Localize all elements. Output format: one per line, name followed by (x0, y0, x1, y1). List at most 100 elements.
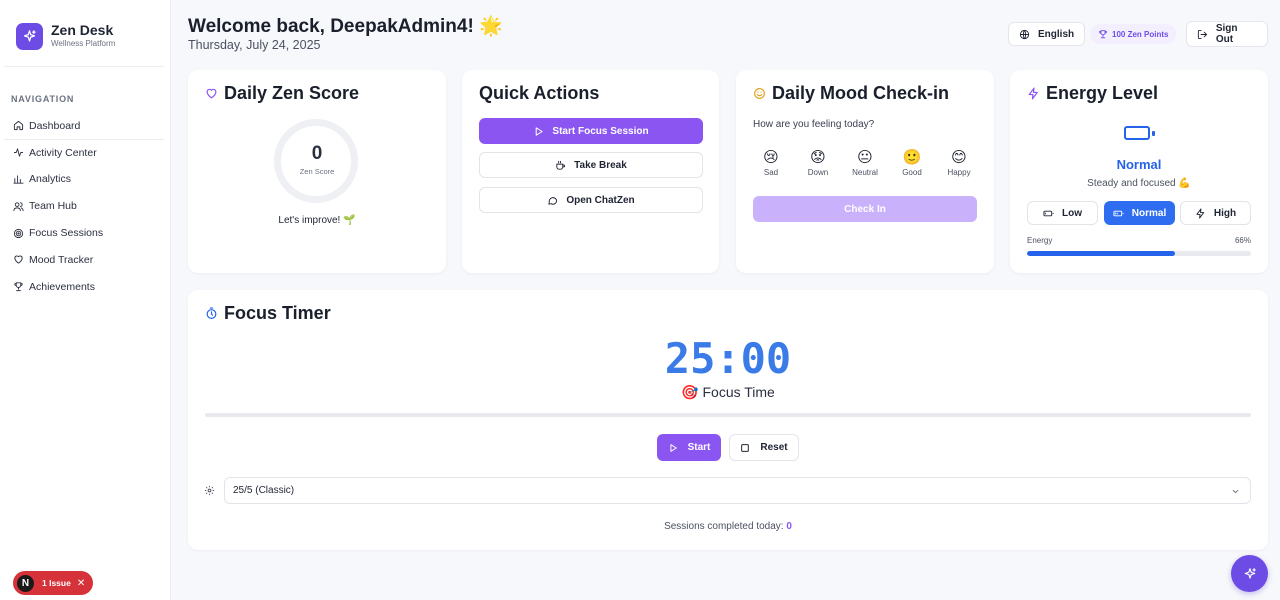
timer-start-label: Start (687, 442, 711, 453)
energy-high-label: High (1213, 207, 1237, 219)
energy-low-label: Low (1062, 207, 1082, 219)
start-focus-label: Start Focus Session (552, 125, 649, 137)
language-label: English (1038, 28, 1075, 40)
current-date: Thursday, July 24, 2025 (188, 38, 321, 52)
timer-preset-select[interactable]: 25/5 (Classic) (224, 477, 1251, 504)
timer-mode: 🎯 Focus Time (681, 384, 775, 400)
energy-low-button[interactable]: Low (1027, 201, 1098, 225)
energy-state: Normal (1116, 157, 1162, 172)
energy-high-button[interactable]: High (1180, 201, 1251, 225)
check-in-button[interactable]: Check In (753, 196, 977, 222)
energy-title-text: Energy Level (1046, 83, 1159, 103)
zen-score-value: 0 (311, 143, 323, 164)
assistant-fab-button[interactable] (1231, 555, 1268, 592)
mood-label: Neutral (852, 168, 878, 177)
sidebar-item-achievements[interactable]: Achievements (4, 274, 164, 301)
sidebar-item-team-hub[interactable]: Team Hub (4, 193, 164, 220)
chevron-down-icon (1232, 489, 1239, 494)
focus-timer-card: Focus Timer 25:00 🎯 Focus Time Start Res… (188, 290, 1268, 550)
stop-icon (741, 443, 750, 452)
smile-icon (754, 88, 765, 99)
sidebar-item-activity-center[interactable]: Activity Center (4, 140, 164, 167)
sidebar-item-label: Focus Sessions (29, 227, 104, 240)
zen-score-message: Let's improve! 🌱 (278, 215, 356, 226)
mood-checkin-card: Daily Mood Check-in How are you feeling … (736, 70, 994, 273)
open-chatzen-label: Open ChatZen (566, 194, 635, 206)
target-icon (13, 228, 24, 238)
mood-label: Down (807, 168, 829, 177)
sidebar-item-mood-tracker[interactable]: Mood Tracker (4, 247, 164, 274)
sessions-label: Sessions completed today: (664, 521, 784, 532)
mood-title-text: Daily Mood Check-in (772, 83, 950, 103)
lightning-icon (1196, 207, 1205, 219)
energy-percent: 66% (1234, 236, 1251, 245)
energy-level-card: Energy Level Normal Steady and focused 💪… (1010, 70, 1268, 273)
chart-icon (13, 175, 24, 184)
brand[interactable]: Zen Desk Wellness Platform (16, 22, 115, 50)
sidebar-item-analytics[interactable]: Analytics (4, 167, 164, 194)
energy-normal-button[interactable]: Normal (1104, 201, 1175, 225)
sidebar-divider (4, 66, 164, 67)
sidebar-nav: Dashboard Activity Center Analytics Team… (4, 113, 164, 301)
timer-reset-button[interactable]: Reset (729, 434, 799, 461)
nav-section-title: NAVIGATION (11, 94, 75, 104)
logout-icon (1197, 29, 1207, 39)
sidebar-item-focus-sessions[interactable]: Focus Sessions (4, 220, 164, 247)
coffee-icon (556, 160, 566, 170)
zen-score-card: Daily Zen Score 0 Zen Score Let's improv… (188, 70, 446, 273)
energy-bar-label: Energy (1027, 236, 1053, 245)
play-icon (536, 126, 544, 136)
mood-label: Happy (947, 168, 971, 177)
energy-normal-label: Normal (1131, 207, 1167, 219)
energy-description: Steady and focused 💪 (1087, 178, 1191, 189)
zen-score-label: Zen Score (299, 167, 335, 176)
mood-option-sad[interactable]: 😢 Sad (753, 149, 789, 177)
gear-icon (204, 485, 215, 496)
sessions-count: 0 (786, 521, 792, 532)
sidebar-item-label: Analytics (29, 173, 72, 186)
sidebar-item-label: Team Hub (29, 200, 77, 213)
sidebar-item-label: Activity Center (29, 146, 97, 159)
open-chatzen-button[interactable]: Open ChatZen (479, 187, 703, 213)
zen-score-title: Daily Zen Score (205, 83, 359, 104)
timer-display: 25:00 (664, 334, 792, 383)
mood-option-good[interactable]: 🙂 Good (894, 149, 930, 177)
slight-smile-icon: 🙂 (902, 149, 922, 166)
zen-points-label: 100 Zen Points (1112, 29, 1169, 39)
battery-icon (1124, 126, 1150, 140)
mood-question: How are you feeling today? (753, 119, 875, 130)
mood-option-down[interactable]: 😟 Down (800, 149, 836, 177)
focus-timer-title: Focus Timer (205, 303, 331, 324)
sparkles-icon (16, 22, 43, 50)
issue-logo: N (17, 574, 34, 592)
worried-face-icon: 😟 (810, 149, 826, 166)
close-icon[interactable]: ✕ (77, 578, 85, 589)
focus-timer-title-text: Focus Timer (224, 303, 331, 323)
sidebar: Zen Desk Wellness Platform NAVIGATION Da… (0, 0, 171, 600)
zen-points-badge: 100 Zen Points (1090, 24, 1177, 44)
happy-face-icon: 😊 (951, 149, 967, 166)
mood-options: 😢 Sad 😟 Down 😐 Neutral 🙂 Good 😊 Happy (753, 149, 977, 177)
mood-option-happy[interactable]: 😊 Happy (941, 149, 977, 177)
brand-name: Zen Desk (51, 22, 114, 38)
sparkles-icon (1244, 567, 1256, 579)
timer-reset-label: Reset (760, 442, 788, 453)
sidebar-item-dashboard[interactable]: Dashboard (4, 113, 164, 140)
brand-subtitle: Wellness Platform (51, 39, 116, 48)
page-title: Welcome back, DeepakAdmin4! 🌟 (188, 16, 503, 37)
energy-progress-bar (1027, 251, 1251, 256)
sign-out-button[interactable]: Sign Out (1186, 21, 1268, 47)
start-focus-session-button[interactable]: Start Focus Session (479, 118, 703, 144)
issue-badge[interactable]: N 1 Issue ✕ (13, 571, 93, 595)
mood-label: Good (902, 168, 922, 177)
activity-icon (13, 148, 24, 157)
users-icon (13, 202, 24, 211)
battery-low-icon (1043, 210, 1054, 216)
timer-start-button[interactable]: Start (657, 434, 721, 461)
mood-option-neutral[interactable]: 😐 Neutral (847, 149, 883, 177)
language-button[interactable]: English (1008, 22, 1086, 46)
take-break-button[interactable]: Take Break (479, 152, 703, 178)
lightning-icon (1028, 87, 1038, 100)
zen-score-title-text: Daily Zen Score (224, 83, 360, 103)
energy-title: Energy Level (1027, 83, 1158, 104)
